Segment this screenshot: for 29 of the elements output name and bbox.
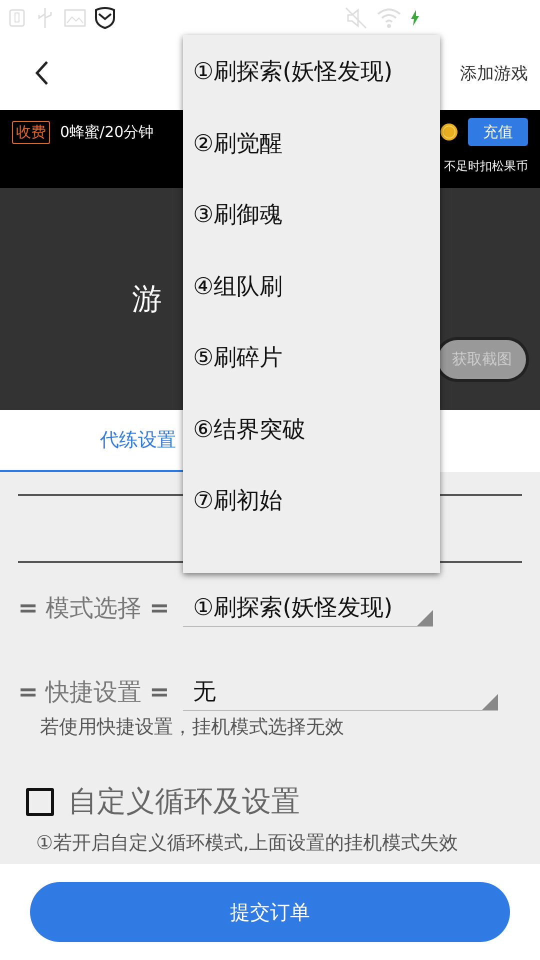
mode-dropdown[interactable]: ①刷探索(妖怪发现) <box>183 589 433 627</box>
dropdown-corner-icon <box>482 694 498 710</box>
add-game-button[interactable]: 添加游戏 <box>460 62 528 84</box>
fee-rate: 0蜂蜜/20分钟 <box>60 122 154 142</box>
menu-item[interactable]: ③刷御魂 <box>183 179 440 250</box>
preview-title: 游 <box>132 280 162 318</box>
sim-icon <box>8 8 26 28</box>
dropdown-corner-icon <box>417 610 433 626</box>
fee-tag: 收费 <box>12 120 50 144</box>
fee-note: 不足时扣松果币 <box>443 158 528 175</box>
menu-item[interactable]: ④组队刷 <box>183 250 440 322</box>
image-icon <box>64 8 86 28</box>
checkbox-label: 自定义循环及设置 <box>68 783 300 820</box>
menu-item[interactable]: ②刷觉醒 <box>183 108 440 179</box>
checkbox[interactable] <box>26 788 54 816</box>
menu-item[interactable]: ⑤刷碎片 <box>183 322 440 394</box>
submit-button[interactable]: 提交订单 <box>30 882 510 942</box>
field-label: = 模式选择 = <box>18 593 170 624</box>
hint-text: 若使用快捷设置，挂机模式选择无效 <box>39 715 345 740</box>
wifi-icon <box>376 7 402 29</box>
quick-dropdown[interactable]: 无 <box>183 673 498 711</box>
shield-icon <box>94 6 116 30</box>
charging-icon <box>410 10 420 26</box>
recharge-button[interactable]: 充值 <box>468 118 528 146</box>
field-label: = 快捷设置 = <box>18 677 170 708</box>
coin-icon <box>440 123 458 141</box>
note-text: ①若开启自定义循环模式,上面设置的挂机模式失效 <box>35 831 460 856</box>
muted-speaker-icon <box>344 6 368 30</box>
menu-item[interactable]: ①刷探索(妖怪发现) <box>183 36 440 108</box>
